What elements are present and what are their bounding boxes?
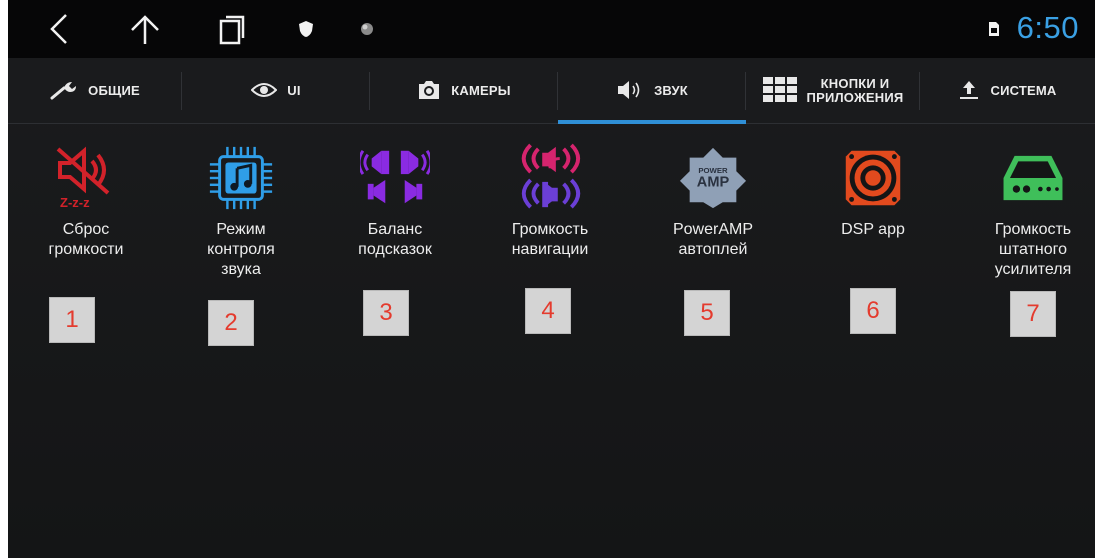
upload-icon [958,80,980,103]
item-dsp-app[interactable]: DSP app [798,138,948,240]
home-icon[interactable] [128,12,162,51]
item-label: DSP app [841,221,905,238]
number-badge: 5 [684,290,730,336]
power-amp-icon: POWER AMP [678,138,748,218]
speaker-icon [616,79,644,104]
amplifier-icon [998,138,1068,218]
tab-label: КАМЕРЫ [451,83,511,98]
tab-general[interactable]: ОБЩИЕ [8,58,182,124]
item-label: Сброс громкости [48,221,124,258]
eye-icon [250,82,278,101]
tab-label: ОБЩИЕ [88,83,140,98]
tab-bar: ОБЩИЕ UI КАМЕРЫ ЗВУК КНОПКИ И ПРИЛОЖЕНИЯ… [8,58,1095,124]
tab-label: UI [287,83,301,98]
grid-icon [762,76,797,106]
tab-sound[interactable]: ЗВУК [558,58,746,124]
back-icon[interactable] [46,12,72,51]
tab-system[interactable]: СИСТЕМА [920,58,1095,124]
number-badge: 1 [49,297,95,343]
tab-label: КНОПКИ И ПРИЛОЖЕНИЯ [806,76,904,105]
item-label: Режим контроля звука [207,221,275,278]
screen: 6:50 ОБЩИЕ UI КАМЕРЫ ЗВУК КНОПКИ И ПРИЛО… [8,0,1095,558]
number-badge: 3 [363,290,409,336]
number-badge: 2 [208,300,254,346]
item-reset-volume[interactable]: Z-z-z Сброс громкости [11,138,161,260]
item-label: PowerAMP автоплей [672,221,754,258]
dot-icon [360,22,374,41]
status-bar: 6:50 [8,0,1095,58]
wrench-icon [50,80,78,103]
sim-icon [989,22,999,41]
svg-text:Z-z-z: Z-z-z [60,195,90,210]
svg-text:AMP: AMP [697,175,730,191]
item-sound-control-mode[interactable]: Режим контроля звука [166,138,316,280]
clock: 6:50 [1016,10,1079,45]
tab-cameras[interactable]: КАМЕРЫ [370,58,558,124]
shield-icon [298,20,314,43]
balance-speakers-icon [360,138,430,218]
tab-label: ЗВУК [654,83,688,98]
number-badge: 4 [525,288,571,334]
item-factory-amp-volume[interactable]: Громкость штатного усилителя [958,138,1095,280]
svg-text:POWER: POWER [698,166,728,175]
camera-icon [417,80,441,103]
number-badge: 6 [850,288,896,334]
recents-icon[interactable] [218,12,248,51]
number-badge: 7 [1010,291,1056,337]
item-label: Громкость навигации [511,221,589,258]
mute-speaker-icon: Z-z-z [51,138,121,218]
tab-ui[interactable]: UI [182,58,370,124]
music-chip-icon [206,138,276,218]
item-nav-volume[interactable]: Громкость навигации [475,138,625,260]
item-hint-balance[interactable]: Баланс подсказок [320,138,470,260]
dsp-speaker-icon [838,138,908,218]
tab-buttons-apps[interactable]: КНОПКИ И ПРИЛОЖЕНИЯ [746,58,920,124]
item-label: Громкость штатного усилителя [994,221,1072,278]
item-label: Баланс подсказок [358,221,432,258]
item-poweramp-autoplay[interactable]: POWER AMP PowerAMP автоплей [638,138,788,260]
tab-label: СИСТЕМА [990,83,1057,98]
nav-volume-icon [515,138,585,218]
